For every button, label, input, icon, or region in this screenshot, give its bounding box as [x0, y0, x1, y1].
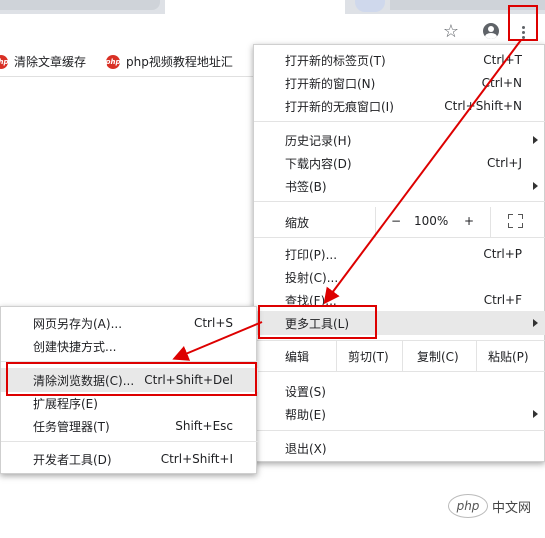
php-logo-icon: php — [448, 494, 488, 518]
arrow-to-clear-data — [172, 321, 263, 361]
arrow-to-more-tools — [323, 39, 522, 305]
watermark-text: 中文网 — [492, 500, 532, 516]
annotation-arrows — [172, 39, 522, 361]
watermark: php 中文网 — [448, 494, 531, 518]
